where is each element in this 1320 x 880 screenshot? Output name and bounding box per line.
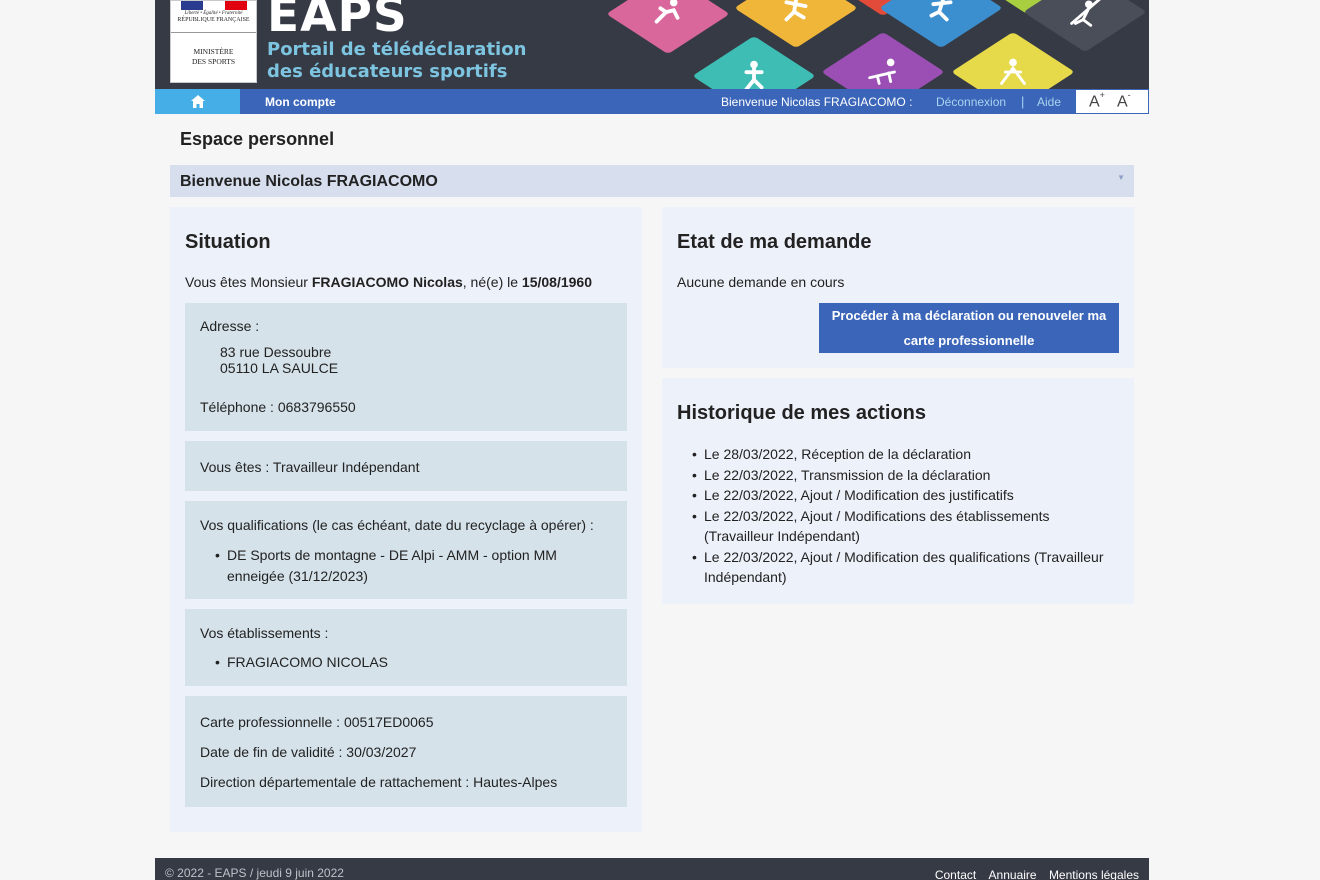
font-decrease-sup: -: [1127, 90, 1131, 100]
sport-tile-grey: [1023, 0, 1147, 53]
logout-link[interactable]: Déconnexion: [936, 95, 1006, 109]
address-line-1: 83 rue Dessoubre: [220, 344, 332, 360]
history-item: Le 22/03/2022, Transmission de la déclar…: [692, 465, 1117, 486]
history-item: Le 22/03/2022, Ajout / Modifications des…: [692, 506, 1117, 547]
font-increase-label: A: [1089, 93, 1100, 111]
footer-copyright: © 2022 - EAPS / jeudi 9 juin 2022: [165, 866, 344, 880]
runner-icon: [654, 0, 680, 24]
establishments-list: FRAGIACOMO NICOLAS: [215, 654, 595, 670]
republic-text: RÉPUBLIQUE FRANÇAISE: [177, 17, 250, 23]
javelin-icon: [1070, 0, 1102, 27]
situation-intro: Vous êtes Monsieur FRAGIACOMO Nicolas, n…: [185, 274, 592, 290]
ministry-line-2: DES SPORTS: [191, 57, 236, 66]
address-line-2: 05110 LA SAULCE: [220, 360, 339, 376]
footer-link-directory[interactable]: Annuaire: [989, 868, 1037, 880]
declare-button[interactable]: Procéder à ma déclaration ou renouveler …: [819, 303, 1119, 353]
situation-panel: Situation Vous êtes Monsieur FRAGIACOMO …: [170, 207, 642, 832]
nav-welcome-text: Bienvenue Nicolas FRAGIACOMO :: [721, 95, 913, 109]
main-nav: Mon compte Bienvenue Nicolas FRAGIACOMO …: [155, 89, 1149, 114]
footer-link-contact[interactable]: Contact: [935, 868, 976, 880]
brand-title: EAPS: [267, 0, 408, 43]
chevron-down-icon[interactable]: ▼: [1117, 173, 1125, 182]
intro-prefix: Vous êtes Monsieur: [185, 274, 312, 290]
history-title: Historique de mes actions: [677, 402, 926, 424]
font-size-controls: A+ A-: [1075, 89, 1149, 114]
my-account-link[interactable]: Mon compte: [265, 95, 336, 109]
home-button[interactable]: [155, 89, 240, 114]
declare-button-line-2: carte professionnelle: [903, 333, 1035, 348]
situation-title: Situation: [185, 231, 271, 253]
card-box: Carte professionnelle : 00517ED0065 Date…: [185, 696, 627, 807]
sport-tile-pink: [606, 0, 730, 55]
ministry-logo[interactable]: Liberté • Égalité • Fraternité RÉPUBLIQU…: [170, 0, 257, 83]
establishments-box: Vos établissements : FRAGIACOMO NICOLAS: [185, 609, 627, 686]
font-increase-button[interactable]: A+: [1089, 90, 1105, 111]
font-decrease-label: A: [1117, 93, 1128, 111]
establishments-label: Vos établissements :: [200, 625, 329, 641]
birth-date: 15/08/1960: [521, 274, 592, 290]
history-item: Le 28/03/2022, Réception de la déclarati…: [692, 444, 1117, 465]
climber-icon: [744, 60, 764, 89]
motto-text: Liberté • Égalité • Fraternité: [184, 11, 243, 16]
page-title: Espace personnel: [180, 129, 335, 149]
qualifications-list: DE Sports de montagne - DE Alpi - AMM - …: [215, 545, 585, 587]
ministry-line-1: MINISTÈRE: [193, 47, 234, 56]
footer-link-legal[interactable]: Mentions légales: [1049, 868, 1139, 880]
card-direction: Direction départementale de rattachement…: [200, 774, 558, 790]
status-text: Vous êtes : Travailleur Indépendant: [200, 459, 420, 475]
request-title: Etat de ma demande: [677, 231, 872, 253]
intro-mid: , né(e) le: [462, 274, 522, 290]
home-icon: [190, 95, 205, 108]
republic-label: Liberté • Égalité • Fraternité RÉPUBLIQU…: [171, 11, 256, 23]
qualifications-box: Vos qualifications (le cas échéant, date…: [185, 501, 627, 599]
header-banner: Liberté • Égalité • Fraternité RÉPUBLIQU…: [155, 0, 1149, 89]
establishment-item: FRAGIACOMO NICOLAS: [215, 654, 595, 670]
phone-text: Téléphone : 0683796550: [200, 399, 356, 415]
dancer-icon: [784, 0, 808, 22]
page-wrapper: Liberté • Égalité • Fraternité RÉPUBLIQU…: [155, 0, 1149, 114]
font-increase-sup: +: [1099, 90, 1105, 100]
brand-tagline: Portail de télédéclaration des éducateur…: [267, 39, 526, 83]
request-status: Aucune demande en cours: [677, 274, 845, 290]
jumper-icon: [929, 0, 953, 22]
help-link[interactable]: Aide: [1037, 95, 1061, 109]
sport-tile-yellow: [951, 31, 1075, 89]
person-name: FRAGIACOMO Nicolas: [311, 274, 463, 290]
card-number: Carte professionnelle : 00517ED0065: [200, 714, 434, 730]
history-item: Le 22/03/2022, Ajout / Modification des …: [692, 547, 1117, 588]
ministry-name: MINISTÈRE DES SPORTS: [171, 47, 256, 67]
tagline-line-2: des éducateurs sportifs: [267, 61, 508, 82]
welcome-bar[interactable]: Bienvenue Nicolas FRAGIACOMO ▼: [170, 165, 1134, 197]
font-decrease-button[interactable]: A-: [1117, 90, 1131, 111]
hurdler-icon: [868, 58, 896, 85]
history-item: Le 22/03/2022, Ajout / Modification des …: [692, 485, 1117, 506]
logo-divider: [171, 32, 256, 33]
footer: © 2022 - EAPS / jeudi 9 juin 2022 Contac…: [155, 858, 1149, 880]
footer-links: Contact Annuaire Mentions légales: [926, 868, 1139, 880]
welcome-bar-text: Bienvenue Nicolas FRAGIACOMO: [180, 173, 438, 190]
address-box: Adresse : 83 rue Dessoubre 05110 LA SAUL…: [185, 303, 627, 431]
tagline-line-1: Portail de télédéclaration: [267, 39, 527, 60]
address-label: Adresse :: [200, 318, 260, 334]
card-validity: Date de fin de validité : 30/03/2027: [200, 744, 417, 760]
qualification-item: DE Sports de montagne - DE Alpi - AMM - …: [215, 545, 585, 587]
sport-tile-purple: [821, 31, 945, 89]
nav-separator: |: [1021, 94, 1025, 109]
history-list: Le 28/03/2022, Réception de la déclarati…: [692, 444, 1117, 588]
qualifications-label: Vos qualifications (le cas échéant, date…: [200, 517, 594, 533]
request-panel: Etat de ma demande Aucune demande en cou…: [662, 207, 1134, 368]
gymnast-icon: [1000, 58, 1026, 85]
declare-button-line-1: Procéder à ma déclaration ou renouveler …: [831, 308, 1107, 323]
status-box: Vous êtes : Travailleur Indépendant: [185, 441, 627, 491]
